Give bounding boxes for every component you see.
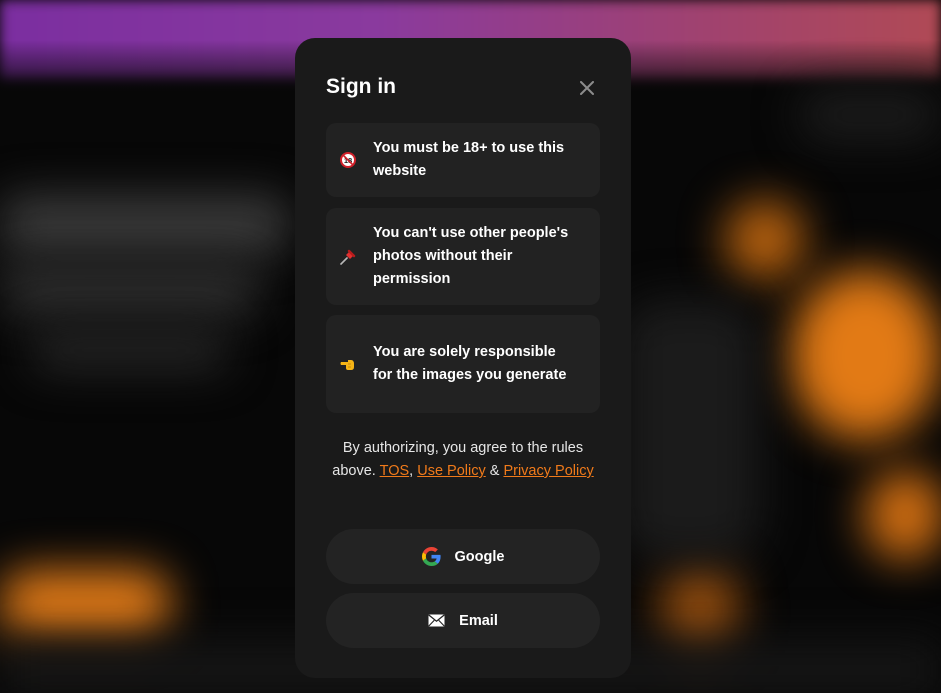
agreement-text: By authorizing, you agree to the rules a…: [326, 437, 600, 483]
use-policy-link[interactable]: Use Policy: [417, 463, 486, 479]
close-button[interactable]: [577, 78, 597, 98]
blurred-image-shadow: [620, 300, 760, 560]
rule-text-photos: You can't use other people's photos with…: [373, 225, 569, 287]
rule-text-age: You must be 18+ to use this website: [373, 140, 565, 179]
envelope-icon: [428, 614, 445, 627]
blurred-text-block: [30, 330, 230, 370]
sign-in-modal: Sign in 18 You must be 18+ to use this w…: [295, 38, 631, 678]
google-button-label: Google: [454, 548, 505, 565]
google-icon: [421, 547, 441, 566]
blurred-image-highlight: [790, 270, 940, 440]
no-under-18-icon: 18: [340, 152, 356, 168]
agreement-amp: &: [489, 463, 500, 479]
blurred-orange-button: [0, 570, 170, 640]
tos-link[interactable]: TOS: [380, 463, 410, 479]
agreement-comma: ,: [409, 463, 414, 479]
pointing-hand-icon: [340, 356, 356, 372]
blurred-nav-element: [800, 90, 940, 140]
pushpin-icon: [340, 249, 356, 265]
google-sign-in-button[interactable]: Google: [326, 529, 600, 584]
blurred-text-block: [0, 265, 260, 315]
blurred-text-block: [0, 195, 290, 255]
blurred-image-highlight: [725, 200, 805, 280]
rule-text-responsibility: You are solely responsible for the image…: [373, 344, 567, 383]
close-icon: [580, 81, 594, 95]
email-button-label: Email: [459, 612, 498, 629]
modal-title: Sign in: [326, 75, 396, 98]
rule-card-age: 18 You must be 18+ to use this website: [326, 123, 600, 197]
privacy-policy-link[interactable]: Privacy Policy: [503, 463, 593, 479]
blurred-image-highlight: [865, 470, 941, 560]
rule-card-responsibility: You are solely responsible for the image…: [326, 315, 600, 413]
rule-card-photos: You can't use other people's photos with…: [326, 208, 600, 305]
email-sign-in-button[interactable]: Email: [326, 593, 600, 648]
